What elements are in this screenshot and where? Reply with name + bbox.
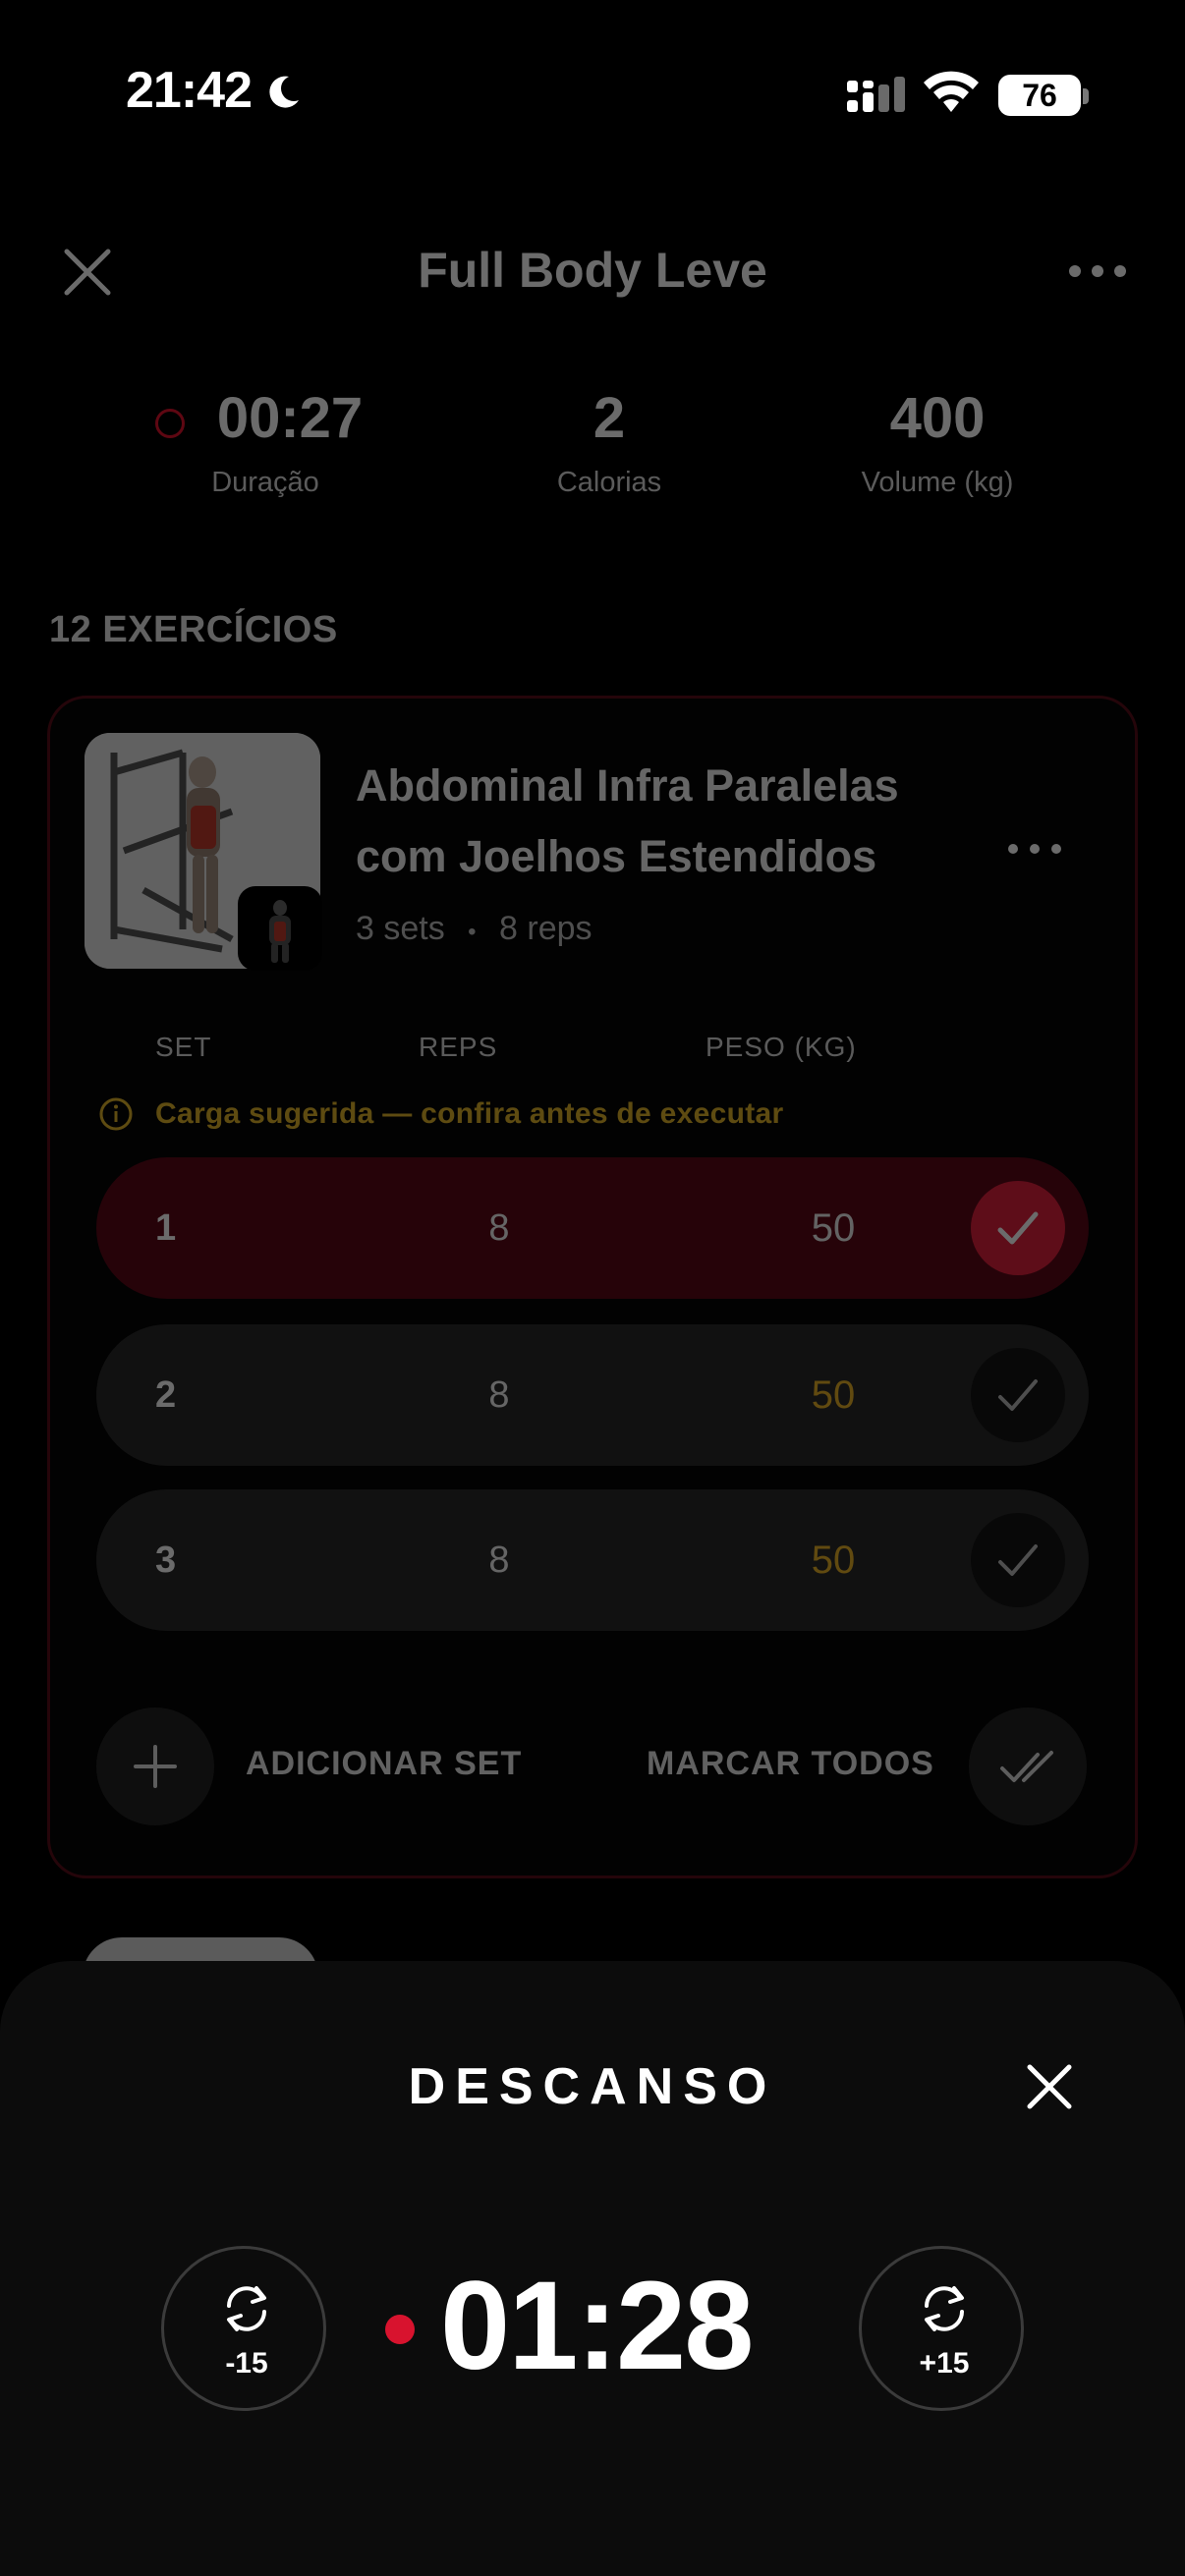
set-reps[interactable]: 8 [450,1324,548,1466]
set-complete-button[interactable] [971,1513,1065,1607]
stat-value: 00:27 [216,386,364,450]
stat-label: Volume (kg) [861,467,1014,498]
reps-count: 8 reps [499,910,592,947]
add-label: +15 [919,2347,970,2380]
column-header-weight: PESO (KG) [705,1032,857,1062]
set-number: 1 [155,1207,177,1249]
exercise-more-icon[interactable] [1006,837,1063,861]
set-complete-button[interactable] [971,1348,1065,1442]
muscle-badge-icon [238,886,322,971]
refresh-icon [925,2286,964,2331]
meta-separator: • [468,919,477,945]
set-weight[interactable]: 50 [774,1157,892,1299]
stat-label: Calorias [556,467,662,498]
set-complete-button[interactable] [971,1181,1065,1275]
stat-value: 2 [592,386,626,450]
plus-icon [134,1745,177,1788]
stat-calories: 2 Calorias [442,385,776,499]
check-icon [998,1379,1038,1411]
double-check-icon [1000,1751,1053,1782]
set-weight[interactable]: 50 [774,1489,892,1631]
column-header-set: SET [155,1032,212,1062]
exercise-meta: 3 sets • 8 reps [356,910,592,948]
check-icon [997,1211,1039,1245]
workout-title: Full Body Leve [418,243,767,298]
set-row[interactable]: 3 8 50 [96,1489,1089,1631]
suggested-load-warning: Carga sugerida — confira antes de execut… [98,1094,784,1134]
set-row[interactable]: 1 8 50 [96,1157,1089,1299]
set-number: 2 [155,1374,177,1416]
rest-title: DESCANSO [408,2058,777,2115]
subtract-15-button[interactable]: -15 [161,2246,326,2411]
stat-label: Duração [211,467,319,498]
exercise-count-heading: 12 EXERCÍCIOS [49,609,338,650]
close-icon[interactable] [1022,2059,1077,2114]
add-set-label[interactable]: ADICIONAR SET [246,1745,522,1783]
set-reps[interactable]: 8 [450,1157,548,1299]
timer-dot-icon [385,2315,415,2344]
add-set-button[interactable] [96,1708,214,1825]
warning-text: Carga sugerida — confira antes de execut… [155,1097,784,1130]
mark-all-label[interactable]: MARCAR TODOS [647,1745,934,1783]
add-15-button[interactable]: +15 [859,2246,1024,2411]
more-options-icon[interactable] [1067,252,1128,291]
sets-count: 3 sets [356,910,445,947]
set-row[interactable]: 2 8 50 [96,1324,1089,1466]
stat-volume: 400 Volume (kg) [770,385,1104,499]
exercise-name[interactable]: Abdominal Infra Paralelas com Joelhos Es… [356,751,985,892]
set-number: 3 [155,1540,177,1581]
set-reps[interactable]: 8 [450,1489,548,1631]
stat-value: 400 [889,386,986,450]
info-icon [99,1097,133,1131]
refresh-icon [227,2286,266,2331]
set-weight[interactable]: 50 [774,1324,892,1466]
rest-timer: 01:28 [440,2256,754,2396]
subtract-label: -15 [225,2347,268,2380]
mark-all-button[interactable] [969,1708,1087,1825]
stat-duration: 00:27 Duração [98,385,432,499]
check-icon [998,1544,1038,1576]
column-header-reps: REPS [419,1032,498,1062]
